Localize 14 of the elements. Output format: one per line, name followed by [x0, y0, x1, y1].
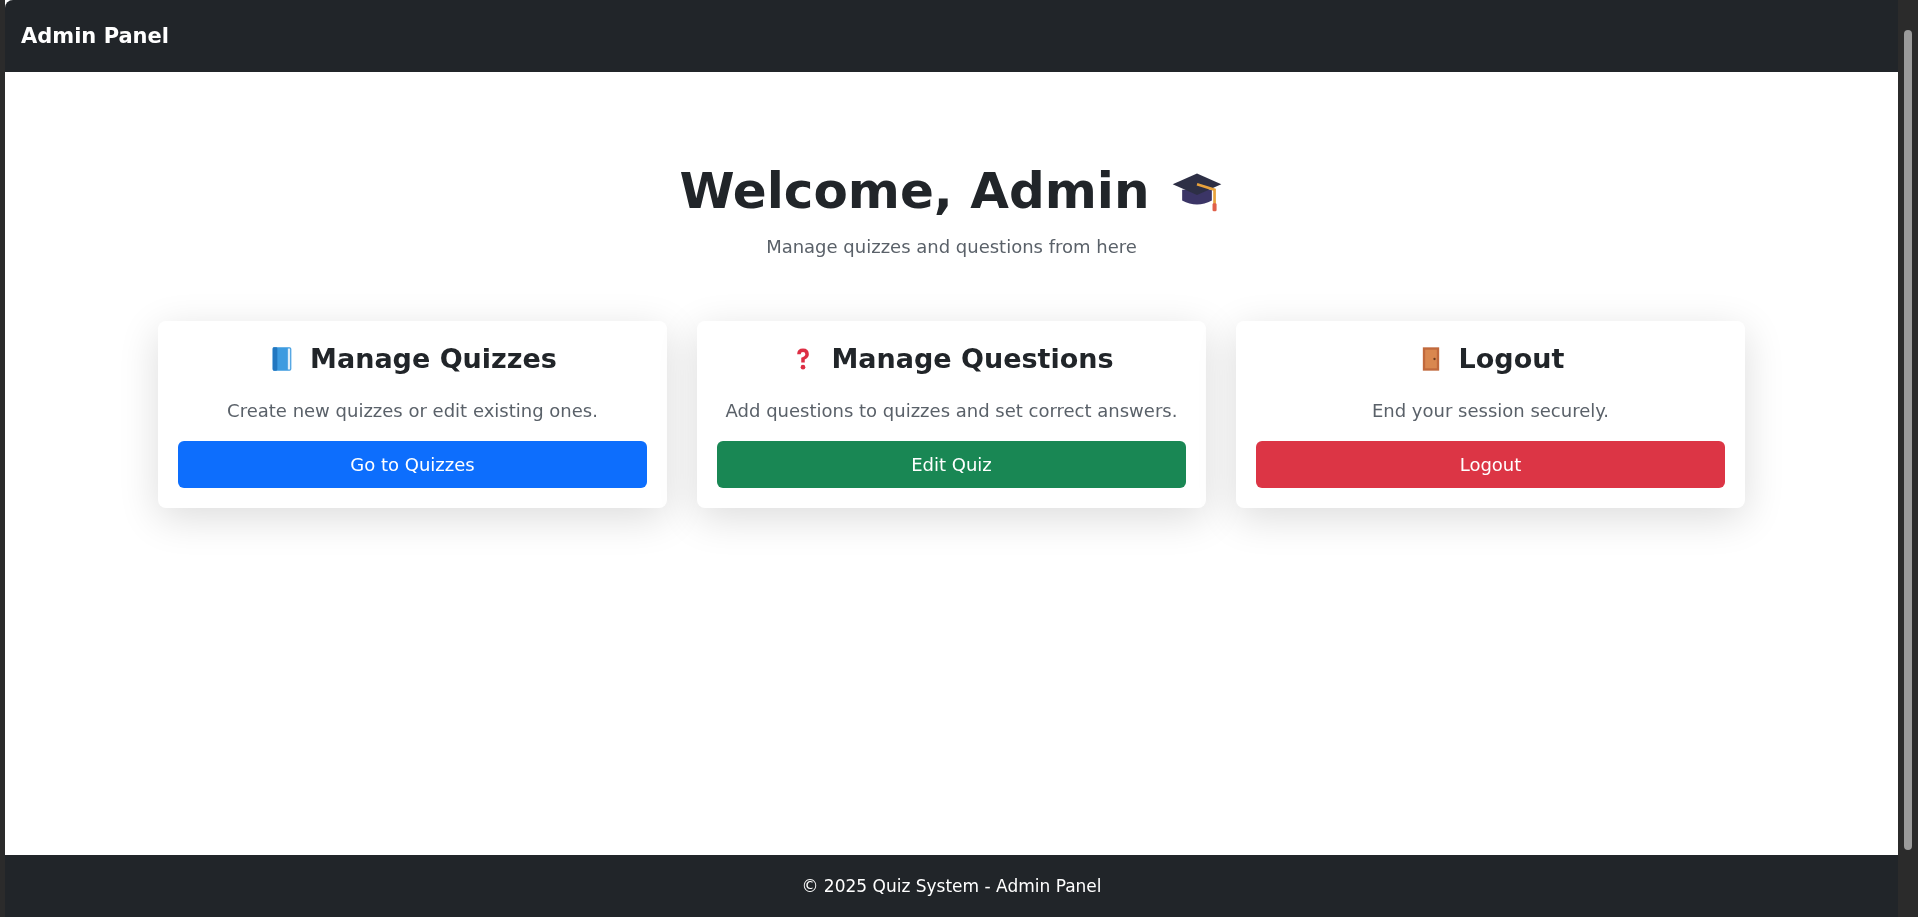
card-button[interactable]: Go to Quizzes — [178, 441, 647, 488]
card-title: Logout — [1458, 343, 1565, 374]
brand-title[interactable]: Admin Panel — [21, 24, 169, 48]
card-description: End your session securely. — [1371, 400, 1610, 421]
card-description: Create new quizzes or edit existing ones. — [227, 400, 598, 421]
card-button[interactable]: Edit Quiz — [717, 441, 1186, 488]
card-description: Add questions to quizzes and set correct answers. — [725, 400, 1178, 421]
footer-text: © 2025 Quiz System - Admin Panel — [801, 876, 1102, 896]
subtitle: Manage quizzes and questions from here — [766, 236, 1137, 257]
card-button[interactable]: Logout — [1256, 441, 1725, 488]
card-title: Manage Questions — [831, 343, 1114, 374]
card-title: Manage Quizzes — [310, 343, 557, 374]
scrollbar-thumb[interactable] — [1904, 30, 1912, 850]
welcome-heading: Welcome, Admin — [679, 162, 1150, 220]
